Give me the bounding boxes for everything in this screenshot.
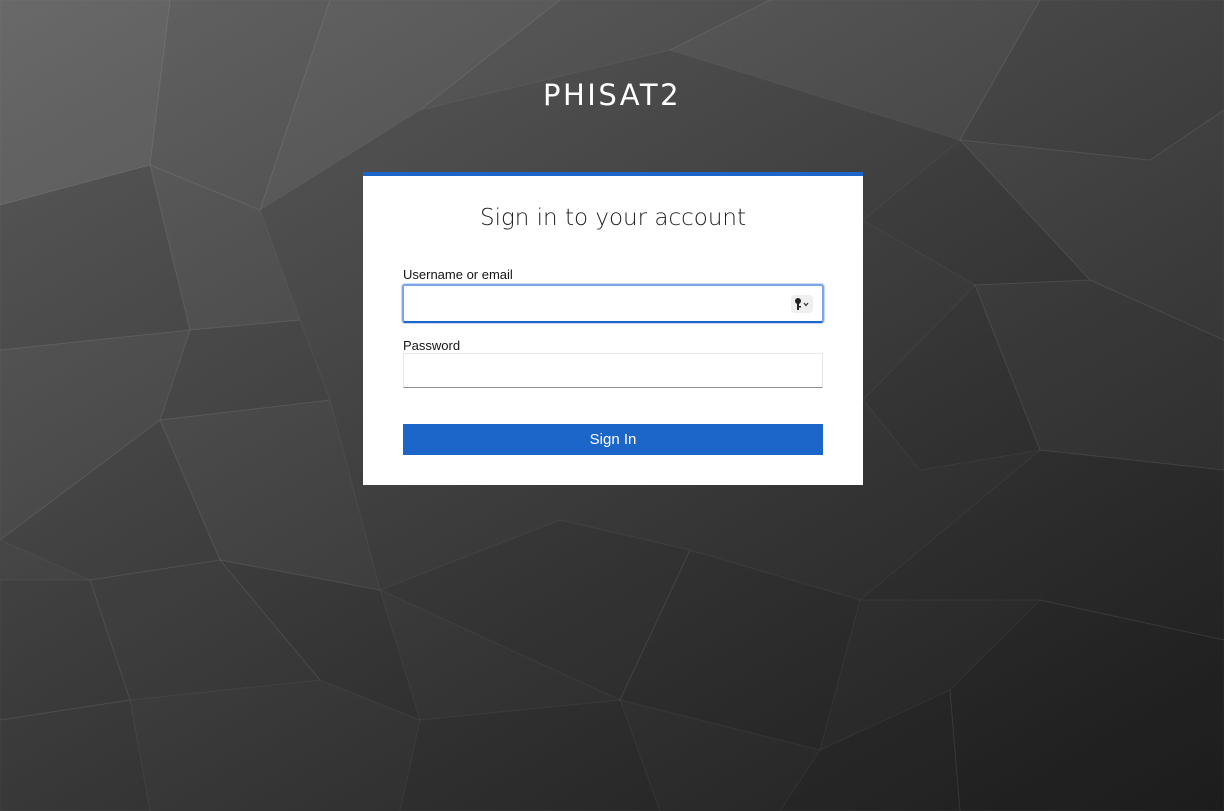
brand-title: PHISAT2 <box>542 78 682 112</box>
username-input[interactable] <box>402 284 824 323</box>
password-label: Password <box>403 338 461 353</box>
login-title: Sign in to your account <box>479 205 747 231</box>
password-input[interactable] <box>403 353 823 388</box>
sign-in-button[interactable]: Sign In <box>403 424 823 455</box>
key-icon <box>795 298 809 310</box>
login-card: Sign in to your account Username or emai… <box>363 172 863 485</box>
username-label: Username or email <box>403 267 513 282</box>
password-manager-button[interactable] <box>791 295 813 313</box>
